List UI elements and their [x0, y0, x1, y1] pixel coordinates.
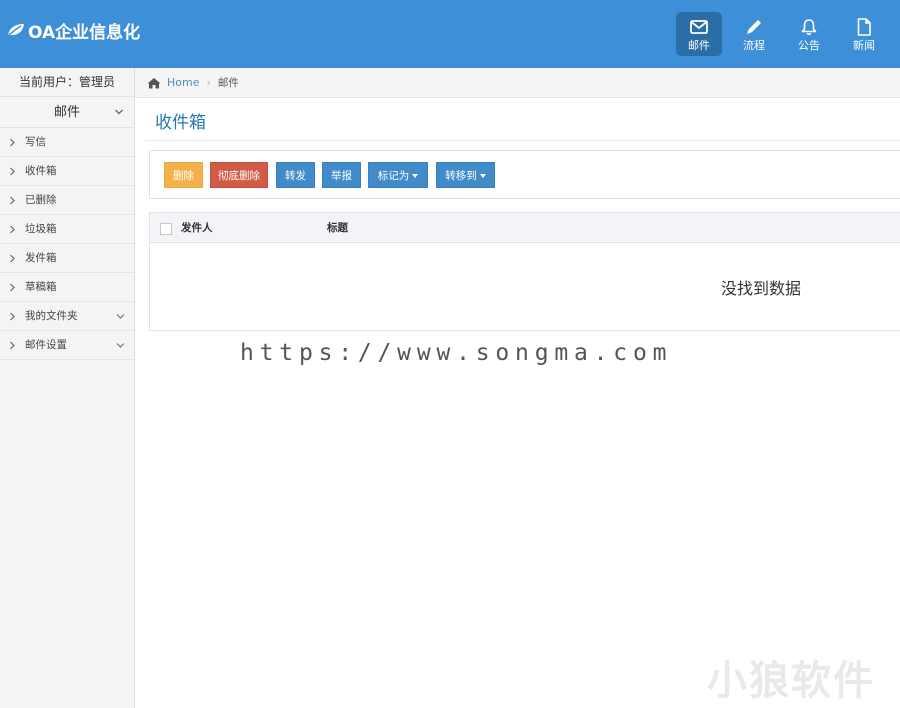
column-header-subject[interactable]: 标题 [327, 213, 348, 243]
breadcrumb-home-link[interactable]: Home [167, 76, 199, 89]
file-icon [857, 18, 871, 36]
nav-notice-button[interactable]: 公告 [786, 12, 832, 56]
column-header-sender[interactable]: 发件人 [181, 213, 213, 243]
chevron-right-icon [10, 312, 15, 321]
chevron-right-icon [10, 254, 15, 263]
chevron-down-icon [115, 109, 123, 115]
sidebar-item-label: 垃圾箱 [25, 223, 57, 235]
sidebar-item-label: 我的文件夹 [25, 310, 78, 322]
sidebar-item-my-folders[interactable]: 我的文件夹 [0, 302, 134, 331]
sidebar-item-outbox[interactable]: 发件箱 [0, 244, 134, 273]
purge-button[interactable]: 彻底删除 [210, 162, 268, 188]
nav-workflow-label: 流程 [743, 39, 765, 52]
mark-as-label: 标记为 [377, 170, 410, 182]
forward-button[interactable]: 转发 [276, 162, 315, 188]
delete-button[interactable]: 删除 [164, 162, 203, 188]
sidebar-item-deleted[interactable]: 已删除 [0, 186, 134, 215]
chevron-down-icon [116, 314, 125, 319]
mark-as-dropdown[interactable]: 标记为 [368, 162, 428, 188]
move-to-dropdown[interactable]: 转移到 [436, 162, 495, 188]
watermark-brand: 小狼软件 [707, 658, 875, 704]
chevron-right-icon [10, 283, 15, 292]
chevron-down-icon [116, 343, 125, 348]
bell-icon [801, 19, 817, 35]
nav-mail-button[interactable]: 邮件 [676, 12, 722, 56]
sidebar-item-label: 写信 [25, 136, 46, 148]
breadcrumb-current: 邮件 [217, 77, 239, 89]
sidebar-item-inbox[interactable]: 收件箱 [0, 157, 134, 186]
sidebar-item-label: 已删除 [25, 194, 57, 206]
current-user: 当前用户：管理员 [0, 68, 134, 97]
nav-mail-label: 邮件 [688, 39, 710, 52]
sidebar-item-drafts[interactable]: 草稿箱 [0, 273, 134, 302]
page-title: 收件箱 [155, 113, 206, 133]
chevron-right-icon [10, 167, 15, 176]
mail-toolbar: 删除 彻底删除 转发 举报 标记为 转移到 [149, 150, 900, 199]
chevron-right-icon [10, 196, 15, 205]
watermark-url: https://www.songma.com [240, 340, 673, 366]
move-to-label: 转移到 [445, 170, 477, 182]
chevron-right-icon [10, 138, 15, 147]
sidebar-item-label: 收件箱 [25, 165, 57, 177]
sidebar-item-label: 发件箱 [25, 252, 57, 264]
sidebar-item-spam[interactable]: 垃圾箱 [0, 215, 134, 244]
nav-notice-label: 公告 [798, 39, 820, 52]
mail-table: 发件人 标题 没找到数据 [149, 212, 900, 331]
nav-workflow-button[interactable]: 流程 [731, 12, 777, 56]
chevron-right-icon [10, 225, 15, 234]
sidebar-item-compose[interactable]: 写信 [0, 128, 134, 157]
nav-news-label: 新闻 [853, 39, 875, 52]
breadcrumb: Home › 邮件 [135, 68, 900, 98]
top-navbar: OA企业信息化 邮件 流程 公告 新闻 [0, 0, 900, 68]
sidebar-section-label: 邮件 [53, 105, 80, 120]
nav-news-button[interactable]: 新闻 [841, 12, 887, 56]
caret-down-icon [412, 174, 419, 178]
sidebar-section-mail[interactable]: 邮件 [0, 97, 134, 128]
divider [145, 140, 900, 141]
chevron-right-icon [10, 341, 15, 350]
home-icon [147, 77, 161, 88]
pencil-icon [747, 20, 761, 34]
sidebar: 当前用户：管理员 邮件 写信 收件箱 已删除 垃圾箱 发件箱 草稿箱 我的文件夹… [0, 68, 135, 708]
empty-state-text: 没找到数据 [721, 279, 802, 298]
sidebar-item-label: 草稿箱 [25, 281, 57, 293]
caret-down-icon [479, 174, 486, 178]
leaf-logo-icon [6, 24, 24, 38]
envelope-icon [690, 20, 708, 34]
report-button[interactable]: 举报 [322, 162, 361, 188]
select-all-checkbox[interactable] [160, 223, 172, 235]
breadcrumb-separator: › [206, 76, 211, 89]
app-brand[interactable]: OA企业信息化 [6, 18, 141, 43]
sidebar-item-label: 邮件设置 [25, 339, 67, 351]
app-title: OA企业信息化 [28, 22, 141, 43]
table-header: 发件人 标题 [150, 213, 900, 243]
sidebar-item-mail-settings[interactable]: 邮件设置 [0, 331, 134, 360]
